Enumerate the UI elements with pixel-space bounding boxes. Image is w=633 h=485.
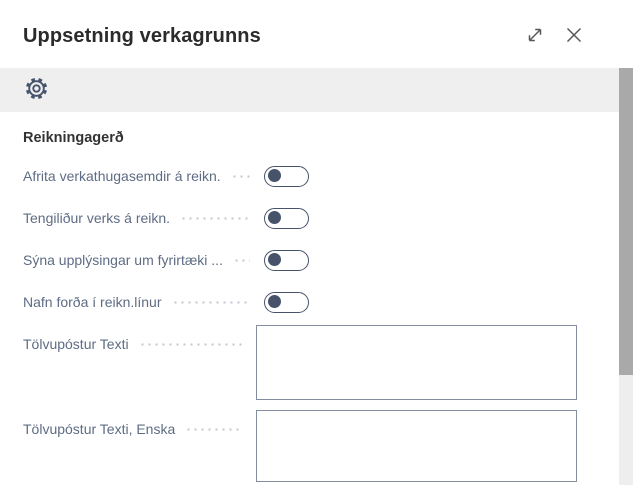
field-control-col [264,166,577,187]
pane-header: Uppsetning verkagrunns [0,0,619,68]
field-label: Tölvupóstur Texti [23,334,129,354]
field-label-col: Tengiliður verks á reikn. [23,208,264,228]
dotted-leader [185,428,242,431]
field-label-col: Afrita verkathugasemdir á reikn. [23,166,264,186]
toggle-knob [268,211,281,224]
field-label-col: Tölvupóstur Texti, Enska [23,410,256,439]
close-button[interactable] [563,25,585,47]
dotted-leader [139,343,242,346]
toggle-knob [268,169,281,182]
field-row-syna-upplysingar: Sýna upplýsingar um fyrirtæki ... [23,239,577,281]
field-control-col [264,250,577,271]
header-actions [524,25,585,47]
toggle-afrita-verkathugasemdir[interactable] [264,166,309,187]
content-area: Reikningagerð Afrita verkathugasemdir á … [0,112,619,482]
field-label-col: Tölvupóstur Texti [23,325,256,354]
toggle-syna-upplysingar[interactable] [264,250,309,271]
field-control-col [256,325,577,400]
tolvupostur-texti-input[interactable] [256,325,577,400]
action-toolbar [0,68,619,112]
dotted-leader [231,175,250,178]
field-label: Tölvupóstur Texti, Enska [23,419,175,439]
settings-gear-icon [24,76,49,104]
field-row-tolvupostur-texti-enska: Tölvupóstur Texti, Enska [23,410,577,482]
field-control-col [264,292,577,313]
close-x-icon [564,25,584,48]
field-row-nafn-forda: Nafn forða í reikn.línur [23,281,577,323]
field-label-col: Nafn forða í reikn.línur [23,292,264,312]
page-title: Uppsetning verkagrunns [23,25,524,48]
field-control-col [264,208,577,229]
settings-gear-button[interactable] [23,77,49,103]
expand-diagonal-icon [526,26,544,47]
field-label-col: Sýna upplýsingar um fyrirtæki ... [23,250,264,270]
dotted-leader [233,259,250,262]
field-label: Sýna upplýsingar um fyrirtæki ... [23,250,223,270]
scrollbar-track[interactable] [619,68,633,485]
field-row-tolvupostur-texti: Tölvupóstur Texti [23,325,577,400]
toggle-nafn-forda[interactable] [264,292,309,313]
settings-pane-window: Uppsetning verkagrunns [0,0,633,485]
expand-button[interactable] [524,25,546,47]
field-control-col [256,410,577,482]
section-title-reikningagerd: Reikningagerð [23,129,577,147]
toggle-knob [268,295,281,308]
toggle-tengilidur-verks[interactable] [264,208,309,229]
dotted-leader [172,301,250,304]
field-label: Tengiliður verks á reikn. [23,208,170,228]
tolvupostur-texti-enska-input[interactable] [256,410,577,482]
field-row-afrita-verkathugasemdir: Afrita verkathugasemdir á reikn. [23,155,577,197]
dotted-leader [180,217,250,220]
scrollbar-thumb[interactable] [619,68,633,375]
toggle-knob [268,253,281,266]
field-label: Afrita verkathugasemdir á reikn. [23,166,221,186]
field-label: Nafn forða í reikn.línur [23,292,162,312]
field-row-tengilidur-verks: Tengiliður verks á reikn. [23,197,577,239]
